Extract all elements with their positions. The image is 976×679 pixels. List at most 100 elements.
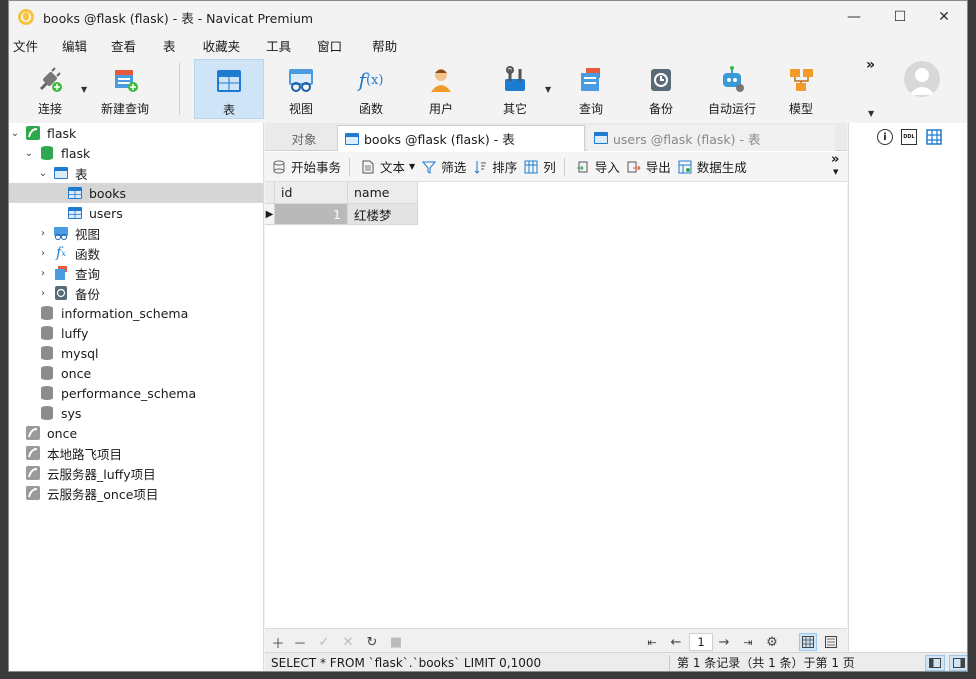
tree-connection-cloud-luffy[interactable]: 云服务器_luffy项目 — [25, 463, 156, 483]
menu-view[interactable]: 查看 — [111, 36, 163, 55]
apply-changes-button[interactable]: ✓ — [315, 633, 333, 651]
tree-database-mysql[interactable]: mysql — [39, 343, 99, 363]
toggle-right-panel-button[interactable] — [949, 655, 967, 671]
grid-view-button[interactable] — [799, 633, 817, 651]
menu-file[interactable]: 文件 — [13, 36, 62, 55]
other-dropdown-icon[interactable]: ▼ — [545, 85, 551, 94]
close-button[interactable]: ✕ — [921, 1, 967, 33]
backup-icon — [651, 69, 671, 91]
stop-icon[interactable]: ■ — [387, 633, 405, 651]
function-button[interactable]: f (x) 函数 — [349, 59, 393, 119]
chevron-right-icon[interactable]: › — [37, 288, 49, 299]
next-page-button[interactable]: → — [715, 633, 733, 651]
table-structure-icon[interactable] — [926, 129, 942, 145]
export-button[interactable]: 导出 — [626, 157, 671, 176]
toggle-left-panel-button[interactable] — [925, 655, 945, 671]
discard-changes-button[interactable]: ✕ — [339, 633, 357, 651]
other-button[interactable]: 其它 — [493, 59, 537, 119]
toolbar-separator — [349, 157, 351, 176]
chevron-right-icon[interactable]: › — [37, 248, 49, 259]
tree-connection-local-luffy[interactable]: 本地路飞项目 — [25, 443, 122, 463]
tree-database-information-schema[interactable]: information_schema — [39, 303, 188, 323]
tree-database-sys[interactable]: sys — [39, 403, 81, 423]
previous-page-button[interactable]: ← — [667, 633, 685, 651]
ddl-icon[interactable]: DDL — [901, 129, 917, 145]
menu-help[interactable]: 帮助 — [372, 36, 410, 55]
tree-database-flask[interactable]: ⌄ flask — [23, 143, 91, 163]
table-button[interactable]: 表 — [194, 59, 264, 119]
connect-dropdown-icon[interactable]: ▼ — [81, 85, 87, 94]
filter-button[interactable]: 筛选 — [421, 157, 466, 176]
automation-button[interactable]: 自动运行 — [704, 59, 760, 119]
first-page-button[interactable]: ⇤ — [643, 633, 661, 651]
import-button[interactable]: 导入 — [575, 157, 620, 176]
text-button[interactable]: 文本 ▼ — [360, 157, 415, 176]
refresh-icon[interactable]: ↻ — [363, 633, 381, 651]
tree-database-performance-schema[interactable]: performance_schema — [39, 383, 196, 403]
tree-connection-cloud-once[interactable]: 云服务器_once项目 — [25, 483, 158, 503]
columns-button[interactable]: 列 — [523, 157, 556, 176]
model-button[interactable]: 模型 — [779, 59, 823, 119]
add-record-button[interactable]: ＋ — [269, 633, 287, 652]
tree-label: sys — [61, 405, 82, 421]
tree-label: users — [89, 205, 123, 221]
tab-objects[interactable]: 对象 — [271, 125, 337, 151]
begin-transaction-button[interactable]: 开始事务 — [271, 157, 341, 176]
tab-books[interactable]: books @flask (flask) - 表 — [337, 125, 585, 151]
tree-table-books[interactable]: books — [9, 183, 263, 203]
chevron-down-icon[interactable]: ⌄ — [23, 148, 35, 159]
view-button[interactable]: 视图 — [279, 59, 323, 119]
new-query-button[interactable]: 新建查询 — [97, 59, 153, 119]
chevron-right-icon[interactable]: › — [37, 228, 49, 239]
tab-users[interactable]: users @flask (flask) - 表 — [587, 125, 835, 151]
tree-group-tables[interactable]: ⌄ 表 — [37, 163, 88, 183]
chevron-right-icon[interactable]: › — [37, 268, 49, 279]
tree-group-backups[interactable]: › 备份 — [37, 283, 100, 303]
backup-button[interactable]: 备份 — [639, 59, 683, 119]
tree-database-once[interactable]: once — [39, 363, 91, 383]
database-icon — [41, 326, 53, 340]
delete-record-button[interactable]: － — [291, 633, 309, 652]
left-panel-icon — [929, 658, 941, 668]
maximize-button[interactable]: ☐ — [877, 1, 923, 33]
toolbar-more-dropdown-icon[interactable]: ▼ — [868, 109, 874, 118]
toolbar-more-icon[interactable]: » — [866, 57, 875, 73]
query-icon — [55, 266, 67, 280]
query-button[interactable]: 查询 — [569, 59, 613, 119]
table-cell-id[interactable]: 1 — [275, 204, 348, 225]
tree-database-luffy[interactable]: luffy — [39, 323, 88, 343]
data-generation-button[interactable]: 数据生成 — [677, 157, 747, 176]
sort-button[interactable]: 排序 — [472, 157, 517, 176]
subtoolbar-more-dropdown-icon[interactable]: ▼ — [833, 168, 838, 176]
column-header-name[interactable]: name — [348, 182, 418, 204]
tree-group-views[interactable]: › 视图 — [37, 223, 100, 243]
connect-button[interactable]: 连接 — [27, 59, 73, 119]
info-icon[interactable]: i — [877, 129, 893, 145]
text-dropdown-icon[interactable]: ▼ — [409, 162, 415, 171]
menu-favorites[interactable]: 收藏夹 — [203, 36, 267, 55]
database-icon — [41, 406, 53, 420]
minimize-button[interactable]: — — [831, 1, 877, 33]
page-number-input[interactable]: 1 — [689, 633, 713, 651]
tree-connection-once[interactable]: once — [25, 423, 77, 443]
menu-tools[interactable]: 工具 — [266, 36, 317, 55]
chevron-down-icon[interactable]: ⌄ — [9, 128, 21, 139]
tree-connection-flask[interactable]: ⌄ flask — [9, 123, 263, 143]
subtoolbar-more-icon[interactable]: » — [831, 152, 839, 167]
column-header-id[interactable]: id — [275, 182, 348, 204]
avatar[interactable] — [904, 61, 940, 97]
app-window: books @flask (flask) - 表 - Navicat Premi… — [8, 0, 968, 672]
tree-group-functions[interactable]: › fx 函数 — [37, 243, 100, 263]
form-view-button[interactable] — [822, 633, 840, 651]
menu-table[interactable]: 表 — [163, 36, 203, 55]
last-page-button[interactable]: ⇥ — [739, 633, 757, 651]
tree-label: 视图 — [75, 226, 101, 242]
user-button[interactable]: 用户 — [419, 59, 463, 119]
table-cell-name[interactable]: 红楼梦 — [348, 204, 418, 225]
tree-group-queries[interactable]: › 查询 — [37, 263, 100, 283]
chevron-down-icon[interactable]: ⌄ — [37, 168, 49, 179]
tree-table-users[interactable]: users — [67, 203, 123, 223]
menu-window[interactable]: 窗口 — [317, 36, 372, 55]
menu-edit[interactable]: 编辑 — [62, 36, 111, 55]
settings-gear-icon[interactable]: ⚙ — [763, 633, 781, 651]
